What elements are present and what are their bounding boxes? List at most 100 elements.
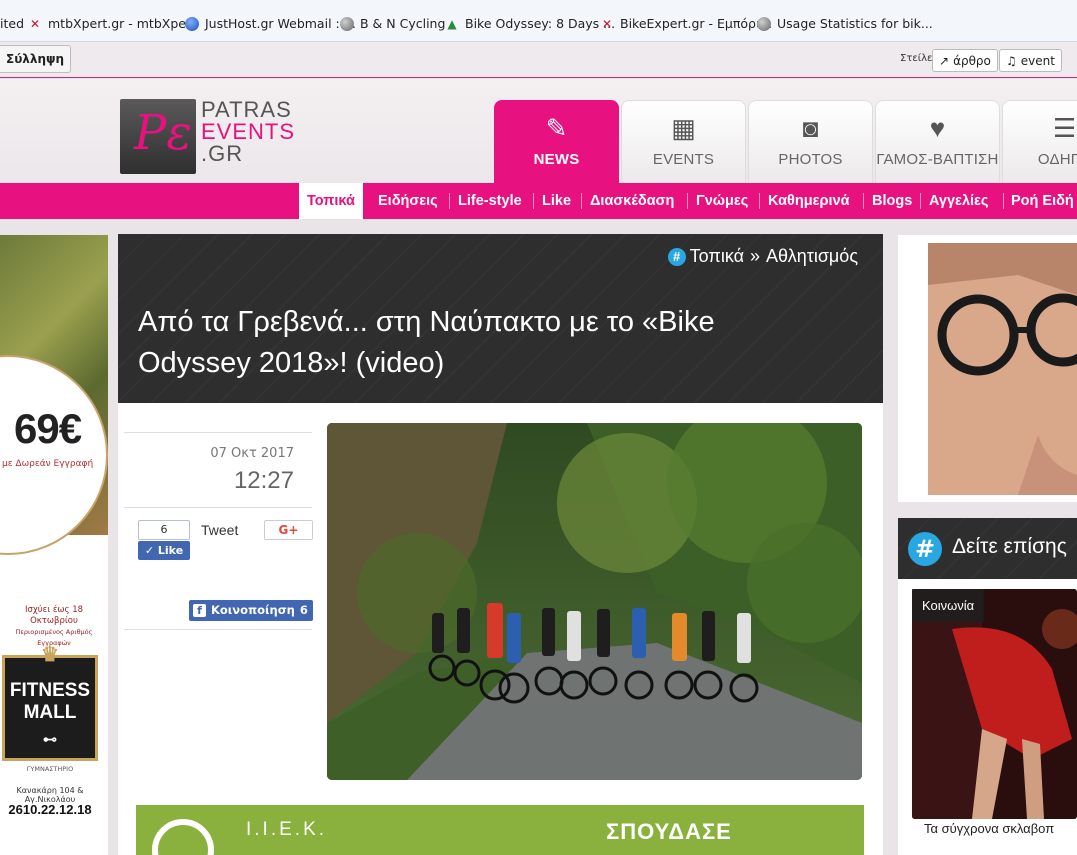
category-blogs[interactable]: Blogs — [864, 183, 920, 219]
related-article-title[interactable]: Τα σύγχρονα σκλαβοπ — [924, 821, 1054, 836]
ad-phone: 2610.22.12.18 — [8, 802, 92, 817]
share-arrow-icon: ↗ — [939, 53, 950, 68]
category-lifestyle[interactable]: Life-style — [450, 183, 530, 219]
category-tag[interactable]: Κοινωνία — [912, 589, 985, 622]
google-plus-button[interactable]: G+ — [264, 520, 313, 540]
bookmark-label: ited — [0, 16, 24, 31]
left-advertisement[interactable]: 69€ με Δωρεάν Εγγραφή Ισχύει έως 18 Οκτω… — [0, 235, 108, 855]
mountain-favicon-icon: ▲ — [447, 16, 457, 31]
article-title: Από τα Γρεβενά... στη Ναύπακτο με το «Bi… — [138, 306, 715, 379]
see-also-title: Δείτε επίσης — [952, 535, 1067, 558]
bookmark-item[interactable]: Usage Statistics for bik... — [757, 16, 933, 31]
logo-text[interactable]: PATRAS EVENTS .GR — [201, 99, 295, 165]
category-daily[interactable]: Καθημερινά — [760, 183, 857, 219]
logo-line-2: EVENTS — [201, 119, 296, 144]
nav-tab-label: EVENTS — [652, 151, 715, 168]
breadcrumb: # Τοπικά » Αθλητισμός — [667, 246, 858, 267]
bookmarks-bar: ited ✕ mtbXpert.gr - mtbXpe... JustHost.g… — [0, 0, 1077, 42]
bookmark-item[interactable]: ✕ mtbXpert.gr - mtbXpe... — [28, 16, 198, 31]
bookmark-item[interactable]: ✕ BikeExpert.gr - Εμπόρι... — [600, 16, 772, 31]
nav-tab-news[interactable]: ✎ NEWS — [494, 100, 619, 183]
nav-tab-label: NEWS — [533, 151, 580, 168]
article-time: 12:27 — [233, 467, 294, 494]
bookmark-item[interactable]: JustHost.gr Webmail ::... — [185, 16, 356, 31]
calendar-icon: ▦ — [671, 113, 696, 143]
bookmark-item[interactable]: ▲ Bike Odyssey: 8 Days ... — [445, 16, 615, 31]
article-header: # Τοπικά » Αθλητισμός Από τα Γρεβενά... … — [118, 234, 883, 403]
article-photo[interactable] — [327, 423, 862, 780]
divider — [124, 432, 312, 433]
category-local[interactable]: Τοπικά — [299, 183, 363, 219]
nav-tab-photos[interactable]: ◙ PHOTOS — [748, 100, 873, 183]
facebook-share-button[interactable]: f Κοινοποίηση 6 — [189, 600, 313, 621]
logo-line-1: PATRAS — [201, 97, 292, 122]
crown-icon: ♛ — [41, 644, 59, 666]
bookmark-label: Usage Statistics for bik... — [777, 16, 933, 31]
eurotech-logo-icon — [152, 819, 214, 855]
related-article-card[interactable]: Κοινωνία Τα σύγχρονα σκλαβοπ — [898, 579, 1077, 855]
like-label: Like — [157, 544, 184, 557]
category-entertainment[interactable]: Διασκέδαση — [582, 183, 682, 219]
nav-tab-guide[interactable]: ☰ ΟΔΗΓΟ — [1002, 100, 1077, 183]
collection-button[interactable]: Σύλληψη — [0, 45, 72, 73]
category-bar: Τοπικά Ειδήσεις Life-style Like Διασκέδα… — [0, 183, 1077, 219]
list-icon: ☰ — [1052, 113, 1077, 143]
bookmark-label: JustHost.gr Webmail ::... — [205, 16, 356, 31]
tweet-button[interactable]: Tweet — [201, 522, 238, 538]
facebook-like-button[interactable]: ✓ Like — [138, 541, 190, 560]
breadcrumb-subsection[interactable]: Αθλητισμός — [766, 246, 858, 267]
divider — [124, 629, 312, 630]
justhost-favicon-icon — [185, 16, 199, 31]
related-article-image[interactable] — [912, 589, 1077, 819]
camera-icon: ◙ — [802, 113, 819, 143]
facebook-like-widget[interactable]: 6 ✓ Like — [138, 520, 190, 560]
divider — [124, 507, 312, 508]
bottom-advertisement[interactable]: Ι.Ι.Ε.Κ. ΣΠΟΥΔΑΣΕ — [136, 805, 864, 855]
ad-brand-line-1: FITNESS — [9, 680, 91, 701]
glasses-model-illustration — [898, 235, 1077, 502]
see-also-header: # Δείτε επίσης — [898, 518, 1077, 579]
ad-promo-line-1: Ισχύει έως 18 Οκτωβρίου — [24, 605, 84, 626]
breadcrumb-section[interactable]: Τοπικά — [690, 246, 744, 267]
ad-promo: Ισχύει έως 18 Οκτωβρίου Περιορισμένος Αρ… — [0, 605, 108, 649]
nav-tab-events[interactable]: ▦ EVENTS — [621, 100, 746, 183]
pencil-icon: ✎ — [545, 113, 568, 143]
category-ads[interactable]: Αγγελίες — [921, 183, 996, 219]
heart-icon: ♥ — [929, 113, 946, 143]
nav-tab-wedding[interactable]: ♥ ΓΑΜΟΣ-ΒΑΠΤΙΣΗ — [875, 100, 1000, 183]
like-count: 6 — [138, 520, 190, 540]
send-label: Στείλε — [900, 53, 933, 64]
breadcrumb-separator: » — [750, 246, 761, 266]
logo[interactable]: Pε — [120, 99, 196, 174]
globe-icon — [340, 16, 354, 31]
bookmark-item[interactable]: ited — [0, 16, 24, 31]
bookmark-label: Bike Odyssey: 8 Days ... — [465, 16, 616, 31]
nav-tab-label: ΟΔΗΓΟ — [1037, 151, 1077, 168]
bookmark-item[interactable]: B & N Cycling — [340, 16, 445, 31]
category-news-feed[interactable]: Ροή Ειδή — [1003, 183, 1077, 219]
ad-price-sub: με Δωρεάν Εγγραφή — [2, 459, 94, 469]
send-article-button[interactable]: ↗ άρθρο — [932, 49, 998, 72]
category-news[interactable]: Ειδήσεις — [370, 183, 446, 219]
category-like[interactable]: Like — [534, 183, 579, 219]
cyclists-photo-illustration — [327, 423, 862, 780]
ad-gym-label: ΓΥΜΝΑΣΤΗΡΙΟ — [26, 765, 74, 773]
fitness-mall-logo: ♛ FITNESS MALL ⊷ — [2, 644, 98, 761]
site-header: Pε PATRAS EVENTS .GR ✎ NEWS ▦ EVENTS ◙ P… — [0, 79, 1077, 183]
logo-mark: Pε — [134, 105, 193, 161]
globe-icon — [757, 16, 771, 31]
share-count: 6 — [299, 603, 308, 617]
bookmark-label: B & N Cycling — [360, 16, 446, 31]
x-favicon-icon: ✕ — [601, 16, 613, 31]
send-event-button[interactable]: ♫ event — [999, 49, 1062, 72]
x-favicon-icon: ✕ — [29, 16, 41, 31]
ad-cta: ΣΠΟΥΔΑΣΕ — [606, 819, 732, 844]
right-advertisement[interactable] — [898, 235, 1077, 502]
article-body: 07 Οκτ 2017 12:27 6 ✓ Like Tweet G+ f Κο… — [118, 403, 883, 855]
ad-brand: Ι.Ι.Ε.Κ. — [246, 819, 328, 840]
share-label: Κοινοποίηση — [211, 603, 295, 617]
bookmark-label: BikeExpert.gr - Εμπόρι... — [620, 16, 773, 31]
article-date: 07 Οκτ 2017 — [210, 446, 294, 461]
hashtag-icon: # — [908, 532, 942, 566]
category-opinions[interactable]: Γνώμες — [688, 183, 756, 219]
